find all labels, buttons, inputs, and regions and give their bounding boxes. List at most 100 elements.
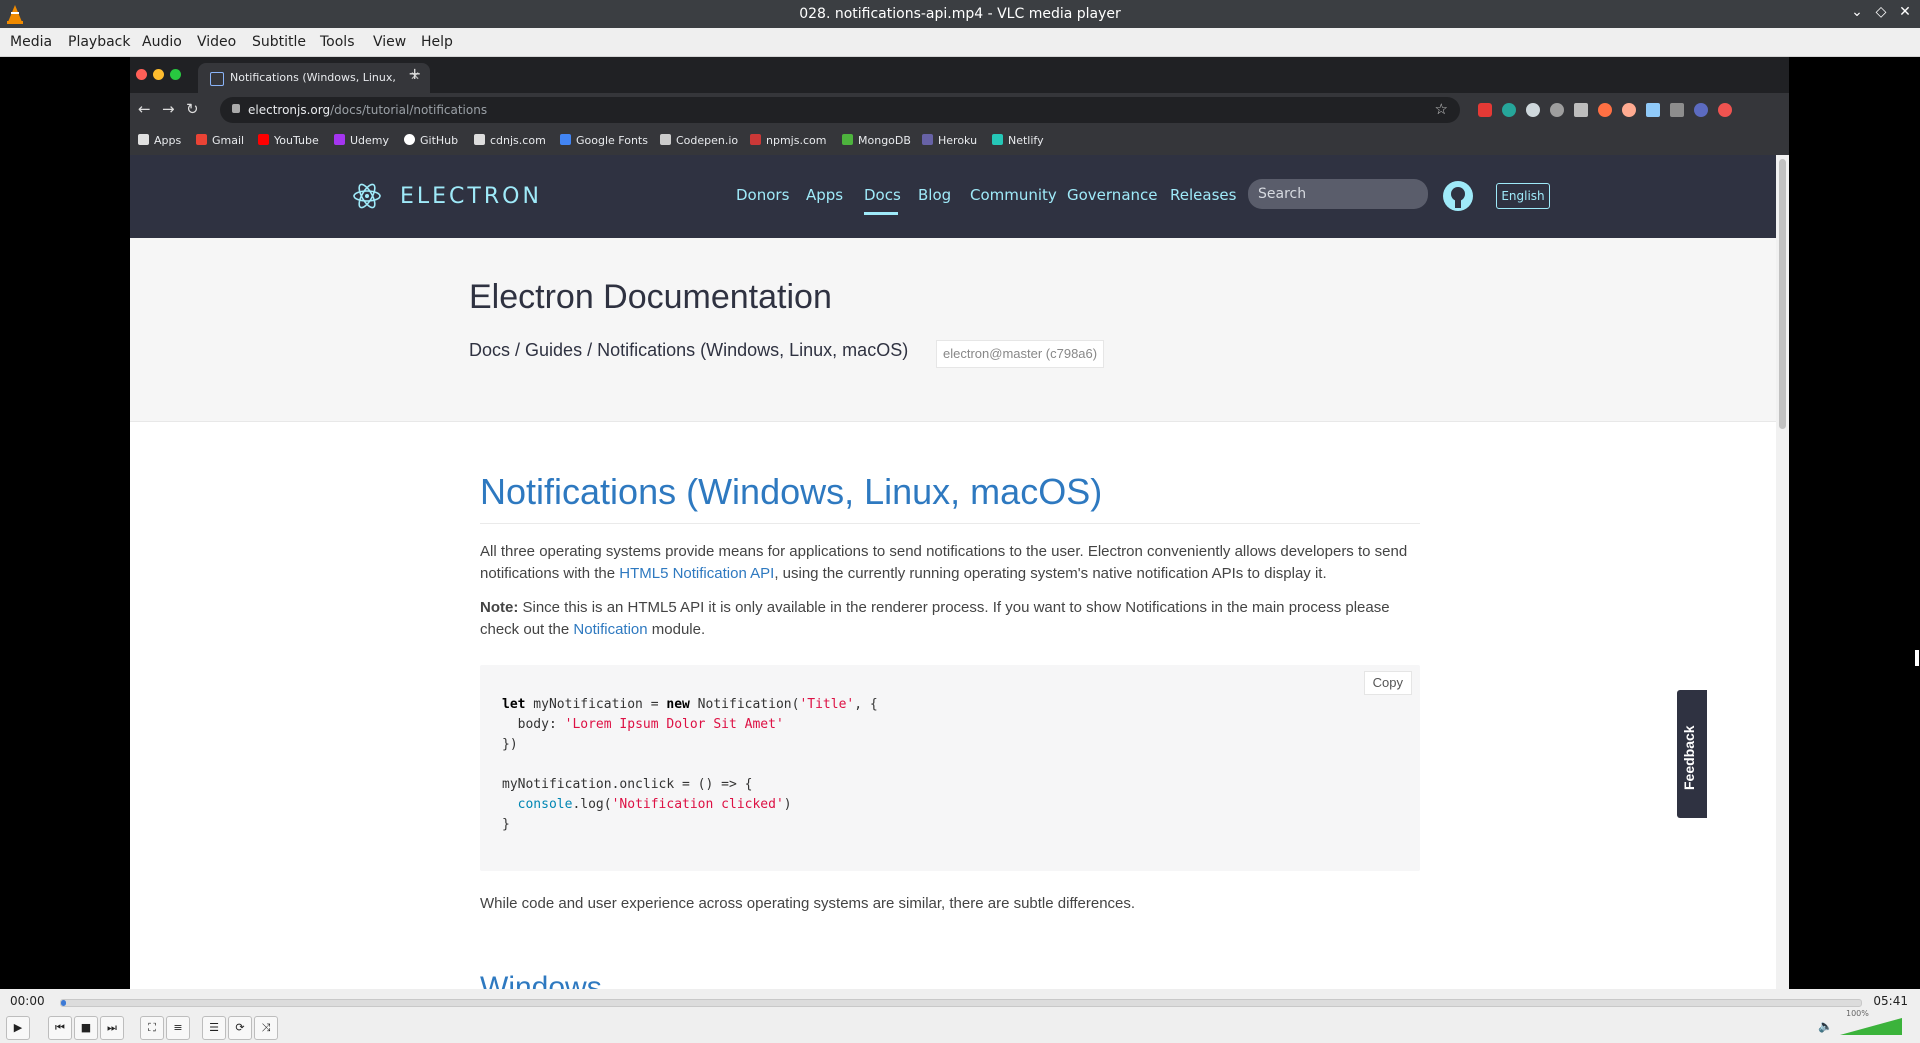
nav-docs-underline (864, 212, 898, 215)
extension-icon (1646, 103, 1660, 117)
html5-notification-api-link: HTML5 Notification API (619, 565, 775, 582)
lock-icon (232, 104, 240, 113)
bookmark-npmjs: npmjs.com (750, 134, 826, 147)
extension-icon (1526, 103, 1540, 117)
crumb-current: Notifications (Windows, Linux, macOS) (597, 340, 909, 360)
crumb-separator: / (582, 340, 598, 360)
mouse-cursor (1915, 650, 1919, 666)
url-text: electronjs.org/docs/tutorial/notificatio… (248, 103, 487, 117)
note-paragraph: Note: Since this is an HTML5 API it is o… (480, 597, 1420, 641)
menu-tools[interactable]: Tools (320, 34, 355, 50)
note-label: Note: (480, 599, 519, 616)
window-title: 028. notifications-api.mp4 - VLC media p… (799, 6, 1121, 22)
extension-icon (1574, 103, 1588, 117)
nav-governance: Governance (1067, 186, 1158, 204)
bookmark-gmail: Gmail (196, 134, 244, 147)
time-elapsed: 00:00 (10, 994, 45, 1008)
bookmark-label: Netlify (1008, 134, 1044, 147)
bookmark-label: cdnjs.com (490, 134, 546, 147)
bookmark-label: Gmail (212, 134, 245, 147)
page-scrollbar (1776, 155, 1789, 989)
menu-media[interactable]: Media (10, 34, 52, 50)
forward-arrow-icon: → (162, 100, 175, 118)
bookmark-netlify: Netlify (992, 134, 1044, 147)
menu-audio[interactable]: Audio (142, 34, 182, 50)
bookmark-label: Heroku (938, 134, 978, 147)
codepen-icon (660, 134, 671, 145)
reload-icon: ↻ (186, 100, 199, 118)
video-frame: Notifications (Windows, Linux, ✕ + ← → ↻… (130, 57, 1789, 989)
article-heading: Notifications (Windows, Linux, macOS) (480, 471, 1103, 512)
code-block: Copy let myNotification = new Notificati… (480, 665, 1420, 871)
bookmark-cdnjs: cdnjs.com (474, 134, 546, 147)
site-header: ELECTRON Donors Apps Docs Blog Community… (130, 155, 1776, 238)
differences-paragraph: While code and user experience across op… (480, 895, 1136, 912)
menu-subtitle[interactable]: Subtitle (252, 34, 306, 50)
stop-button[interactable]: ■ (74, 1016, 98, 1040)
bookmark-label: Apps (154, 134, 182, 147)
page-title: Electron Documentation (469, 278, 832, 316)
play-button[interactable]: ▶ (6, 1016, 30, 1040)
bookmark-label: YouTube (274, 134, 319, 147)
shuffle-button[interactable]: ⤨ (254, 1016, 278, 1040)
extension-icon (1622, 103, 1636, 117)
google-fonts-icon (560, 134, 571, 145)
feedback-tab: Feedback (1677, 690, 1707, 818)
bookmark-label: GitHub (420, 134, 459, 147)
bookmark-mongodb: MongoDB (842, 134, 911, 147)
profile-avatar-icon (1718, 103, 1732, 117)
video-area[interactable]: Notifications (Windows, Linux, ✕ + ← → ↻… (0, 57, 1920, 989)
browser-tabstrip: Notifications (Windows, Linux, ✕ + (130, 57, 1789, 93)
menu-playback[interactable]: Playback (68, 34, 130, 50)
extension-icon (1670, 103, 1684, 117)
crumb-docs: Docs (469, 340, 511, 360)
scrollbar-thumb (1779, 159, 1786, 429)
url-host: electronjs.org (248, 103, 331, 117)
minimize-icon[interactable]: ⌄ (1848, 4, 1866, 20)
menu-video[interactable]: Video (197, 34, 236, 50)
brand-name: ELECTRON (400, 184, 542, 209)
bookmark-label: MongoDB (858, 134, 911, 147)
github-icon (404, 134, 415, 145)
tab-favicon-icon (210, 72, 224, 86)
bookmark-label: Udemy (350, 134, 390, 147)
browser-toolbar: ← → ↻ electronjs.org/docs/tutorial/notif… (130, 93, 1789, 127)
traffic-minimize-icon (153, 69, 164, 80)
title-bar: 028. notifications-api.mp4 - VLC media p… (0, 0, 1920, 28)
maximize-icon[interactable]: ◇ (1872, 4, 1890, 20)
bookmark-label: Google Fonts (576, 134, 648, 147)
nav-community: Community (970, 186, 1057, 204)
address-bar: electronjs.org/docs/tutorial/notificatio… (220, 97, 1460, 123)
loop-button[interactable]: ⟳ (228, 1016, 252, 1040)
back-arrow-icon: ← (138, 100, 151, 118)
menu-help[interactable]: Help (421, 34, 453, 50)
menu-view[interactable]: View (373, 34, 406, 50)
playlist-button[interactable]: ☰ (202, 1016, 226, 1040)
npm-icon (750, 134, 761, 145)
extension-icon (1694, 103, 1708, 117)
feedback-label: Feedback (1681, 725, 1697, 790)
heroku-icon (922, 134, 933, 145)
tab-title: Notifications (Windows, Linux, (230, 71, 396, 84)
bookmark-youtube: YouTube (258, 134, 319, 147)
crumb-separator: / (510, 340, 526, 360)
speaker-icon[interactable]: 🔈 (1818, 1019, 1833, 1033)
previous-button[interactable]: ⏮ (48, 1016, 72, 1040)
bookmark-apps: Apps (138, 134, 181, 147)
volume-slider[interactable] (1838, 1014, 1904, 1036)
fullscreen-button[interactable]: ⛶ (140, 1016, 164, 1040)
next-button[interactable]: ⏭ (100, 1016, 124, 1040)
bookmark-github: GitHub (404, 134, 458, 147)
note-text-end: module. (647, 621, 706, 638)
new-tab-icon: + (408, 64, 422, 83)
bookmark-google-fonts: Google Fonts (560, 134, 648, 147)
extension-icon (1502, 103, 1516, 117)
extended-settings-button[interactable]: ≡ (166, 1016, 190, 1040)
heading-divider (480, 523, 1420, 524)
bookmark-udemy: Udemy (334, 134, 389, 147)
extension-icon (1550, 103, 1564, 117)
bookmark-label: Codepen.io (676, 134, 739, 147)
code-icon (474, 134, 485, 145)
seek-bar[interactable] (60, 999, 1862, 1007)
close-icon[interactable]: ✕ (1896, 4, 1914, 20)
